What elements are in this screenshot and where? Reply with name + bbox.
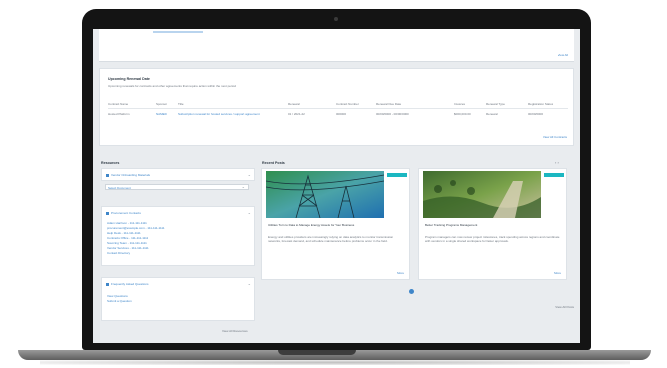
- faq-line[interactable]: View Questions: [107, 294, 128, 298]
- cell: Hosted Platform: [108, 112, 130, 116]
- landscape-image: [423, 171, 541, 218]
- laptop-lid: View All Upcoming Renewal Date Upcoming …: [82, 9, 591, 350]
- chevron-down-icon[interactable]: ⌄: [248, 282, 251, 286]
- post-title[interactable]: Better Tracking Programs Management: [425, 223, 561, 227]
- section-header[interactable]: Vendor Onboarding Materials: [106, 172, 150, 178]
- active-tab-indicator: [153, 31, 203, 33]
- post-title[interactable]: Utilities Turn to Data to Manage Energy …: [268, 223, 404, 227]
- recent-posts-title: Recent Posts: [262, 161, 285, 165]
- app-screen: View All Upcoming Renewal Date Upcoming …: [93, 29, 580, 343]
- section-icon: [106, 282, 109, 286]
- column-header[interactable]: Invoices: [454, 102, 465, 106]
- contact-line[interactable]: Adam Harrison - 111-111-1111: [107, 221, 147, 225]
- column-header[interactable]: Registration Status: [528, 102, 553, 106]
- section-header[interactable]: Procurement Contacts: [106, 210, 141, 216]
- sponsor-link[interactable]: NAMED: [156, 112, 167, 116]
- upcoming-description: Upcoming renewals for contracts and othe…: [108, 84, 236, 88]
- select-document-field[interactable]: Select Document ⌄: [105, 184, 249, 190]
- resource-section[interactable]: Vendor Onboarding Materials ⌄: [101, 168, 255, 181]
- top-panel: View All: [99, 29, 574, 62]
- cell: $000,000.00: [454, 112, 471, 116]
- chevron-down-icon[interactable]: ⌄: [248, 173, 251, 177]
- column-header[interactable]: Renewal Due Date: [376, 102, 401, 106]
- upcoming-renewal-panel: Upcoming Renewal Date Upcoming renewals …: [99, 68, 574, 146]
- section-icon: [106, 173, 109, 177]
- resource-section[interactable]: Procurement Contacts ⌄ Adam Harrison - 1…: [101, 206, 255, 266]
- cell: 000000: [336, 112, 347, 116]
- select-wrapper: Select Document ⌄: [101, 183, 255, 192]
- column-header[interactable]: Renewal: [288, 102, 300, 106]
- contact-line[interactable]: Contact Directory: [107, 251, 130, 255]
- section-label: Procurement Contacts: [111, 211, 141, 215]
- resources-title: Resources: [101, 161, 120, 165]
- cell: 00/00/0000 - 00/00/0000: [376, 112, 409, 116]
- column-header[interactable]: Sponsor: [156, 102, 167, 106]
- upcoming-title: Upcoming Renewal Date: [108, 77, 150, 81]
- section-label: Frequently Asked Questions: [111, 282, 149, 286]
- chevron-down-icon[interactable]: ⌄: [248, 211, 251, 215]
- section-header[interactable]: Frequently Asked Questions: [106, 281, 149, 287]
- cell: 01 / 2021-22: [288, 112, 305, 116]
- contact-line[interactable]: Vendor Services - 111-111-1111: [107, 246, 149, 250]
- section-label: Vendor Onboarding Materials: [111, 173, 151, 177]
- post-tag: [387, 173, 407, 177]
- carousel-indicator[interactable]: [409, 289, 414, 294]
- column-header[interactable]: Contract Name: [108, 102, 128, 106]
- chevron-down-icon: ⌄: [241, 184, 245, 189]
- post-more-link[interactable]: More: [397, 271, 404, 275]
- post-card[interactable]: Better Tracking Programs Management Prog…: [418, 168, 567, 280]
- section-icon: [106, 211, 109, 215]
- laptop-shadow: [40, 360, 630, 365]
- contact-line[interactable]: procurement@example.com - 111-111-1111: [107, 226, 165, 230]
- view-all-resources-link[interactable]: View All Resources: [222, 329, 248, 333]
- view-all-posts-link[interactable]: View All Posts: [555, 305, 574, 309]
- camera-icon: [334, 17, 338, 21]
- post-excerpt: Program managers can now review project …: [425, 235, 560, 243]
- contact-line[interactable]: Contracts Office - 111-111-1111: [107, 236, 148, 240]
- column-header[interactable]: Renewal Type: [486, 102, 505, 106]
- column-header[interactable]: Contract Number: [336, 102, 359, 106]
- resource-section[interactable]: Frequently Asked Questions ⌄ View Questi…: [101, 277, 255, 321]
- select-value: Select Document: [108, 186, 131, 190]
- top-more-link[interactable]: View All: [558, 53, 568, 57]
- table-header: Contract Name Sponsor Title Renewal Cont…: [108, 102, 568, 109]
- laptop-mockup: View All Upcoming Renewal Date Upcoming …: [0, 0, 667, 368]
- laptop-notch: [278, 350, 356, 355]
- post-card[interactable]: Utilities Turn to Data to Manage Energy …: [261, 168, 410, 280]
- cell: 00/00/0000: [528, 112, 544, 116]
- carousel-nav[interactable]: ‹ ›: [555, 160, 559, 165]
- post-excerpt: Energy and utilities providers are incre…: [268, 235, 394, 243]
- faq-line[interactable]: Submit a Question: [107, 299, 132, 303]
- power-lines-image: [266, 171, 384, 218]
- cell: Renewal: [486, 112, 498, 116]
- table-row[interactable]: Hosted Platform NAMED Subscription renew…: [108, 112, 568, 128]
- column-header[interactable]: Title: [178, 102, 184, 106]
- view-all-contracts-link[interactable]: View All Contracts: [543, 135, 567, 139]
- title-link[interactable]: Subscription renewal for hosted services…: [178, 112, 278, 116]
- contact-line[interactable]: Help Desk - 111-111-1111: [107, 231, 141, 235]
- post-more-link[interactable]: More: [554, 271, 561, 275]
- post-tag: [544, 173, 564, 177]
- contact-line[interactable]: Sourcing Team - 111-111-1111: [107, 241, 147, 245]
